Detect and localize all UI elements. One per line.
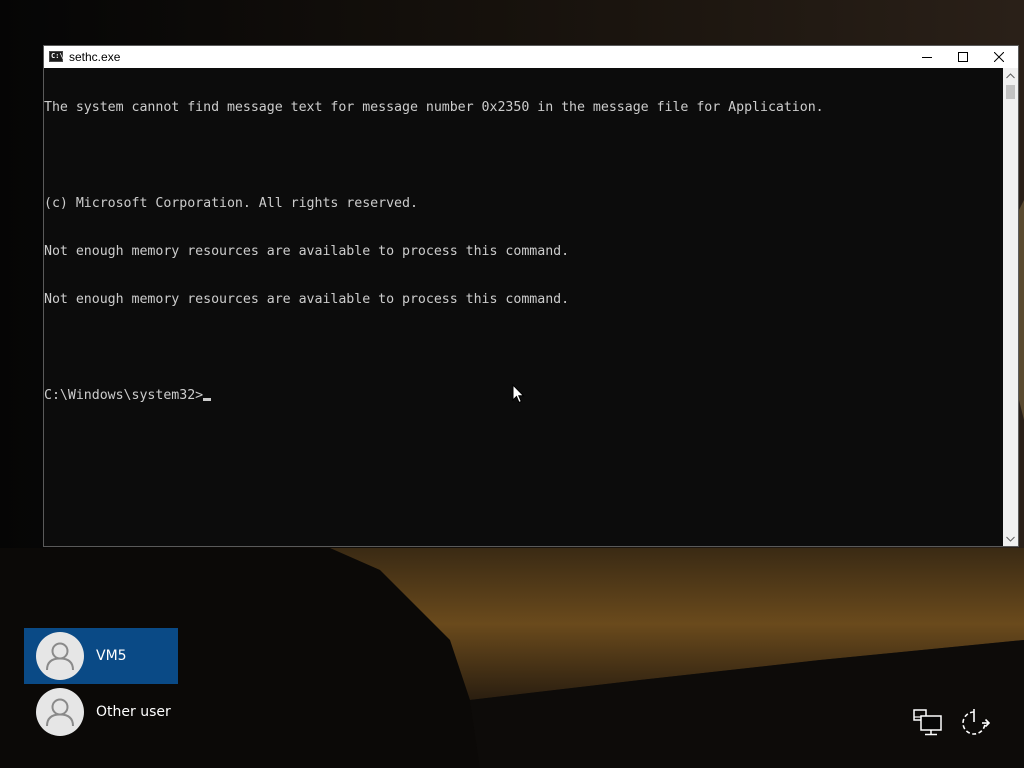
maximize-button[interactable] (945, 46, 981, 68)
maximize-icon (958, 52, 968, 62)
console-line: The system cannot find message text for … (44, 100, 824, 115)
network-icon[interactable] (912, 706, 944, 738)
close-button[interactable] (981, 46, 1017, 68)
user-name: Other user (96, 704, 171, 720)
user-avatar-icon (36, 688, 84, 736)
close-icon (994, 52, 1004, 62)
console-window[interactable]: C:\ sethc.exe The system cannot find mes… (43, 45, 1019, 547)
user-tile-other-user[interactable]: Other user (24, 684, 178, 740)
window-title: sethc.exe (69, 50, 121, 64)
console-line: Not enough memory resources are availabl… (44, 292, 570, 307)
scroll-down-button[interactable] (1003, 531, 1018, 546)
chevron-down-icon (1006, 536, 1015, 542)
command-prompt: C:\Windows\system32> (44, 388, 204, 403)
minimize-button[interactable] (909, 46, 945, 68)
scroll-up-button[interactable] (1003, 68, 1018, 83)
power-icon[interactable] (958, 706, 991, 738)
mouse-pointer-icon (512, 383, 525, 408)
scroll-thumb[interactable] (1006, 85, 1015, 99)
user-avatar-icon (36, 632, 84, 680)
console-line: Not enough memory resources are availabl… (44, 244, 570, 259)
user-name: VM5 (96, 648, 127, 664)
chevron-up-icon (1006, 72, 1015, 78)
vertical-scrollbar[interactable] (1003, 68, 1018, 546)
title-bar[interactable]: C:\ sethc.exe (44, 46, 1018, 68)
minimize-icon (922, 57, 932, 58)
cmd-icon: C:\ (49, 51, 64, 62)
text-cursor (203, 398, 212, 401)
console-line: (c) Microsoft Corporation. All rights re… (44, 196, 418, 211)
console-output[interactable]: The system cannot find message text for … (44, 68, 1004, 546)
user-tile-vm5[interactable]: VM5 (24, 628, 178, 684)
